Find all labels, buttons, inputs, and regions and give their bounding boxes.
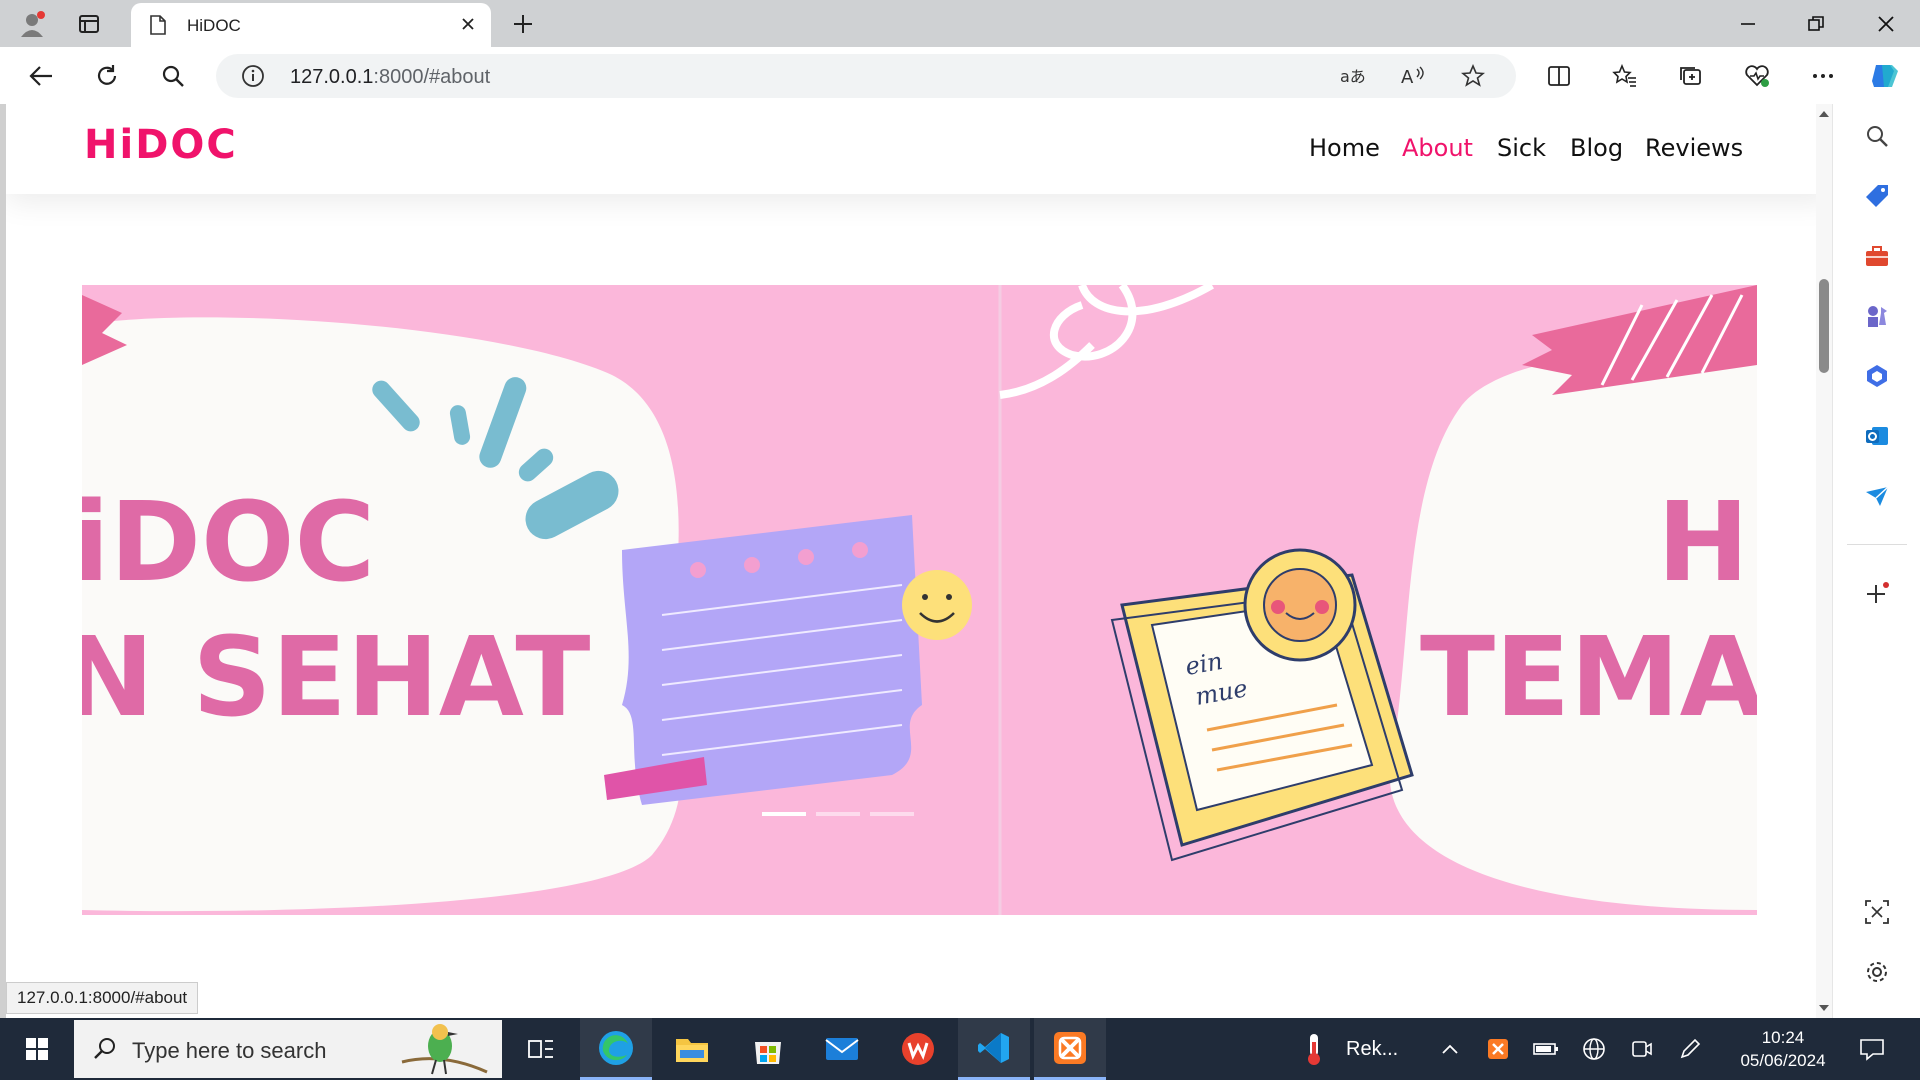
active-tab[interactable]: HiDOC [131, 3, 491, 47]
nav-about[interactable]: About [1402, 134, 1473, 162]
tab-title: HiDOC [187, 16, 241, 35]
site-header: HiDOC Home About Sick Blog Reviews [6, 104, 1832, 194]
nav-reviews[interactable]: Reviews [1645, 134, 1743, 162]
file-explorer-icon[interactable] [656, 1018, 728, 1080]
microsoft-365-icon[interactable] [1859, 358, 1895, 394]
add-sidebar-app-icon[interactable] [1859, 576, 1895, 612]
mail-icon[interactable] [806, 1018, 878, 1080]
taskbar-clock[interactable]: 10:24 05/06/2024 [1718, 1026, 1848, 1072]
hero-left-line-1: iDOC [82, 478, 375, 606]
edge-sidebar [1832, 104, 1920, 1018]
url-text: 127.0.0.1:8000/#about [290, 66, 490, 89]
thermometer-icon [1308, 1034, 1320, 1065]
new-tab-icon[interactable] [505, 6, 541, 42]
vscode-icon[interactable] [958, 1018, 1030, 1080]
favorite-star-icon[interactable] [1458, 61, 1488, 91]
browser-essentials-icon[interactable] [1738, 57, 1776, 95]
clock-time: 10:24 [1761, 1028, 1805, 1047]
minimize-icon[interactable] [1718, 0, 1778, 47]
hero-left-line-2: N SEHAT [82, 613, 590, 741]
tray-xampp-icon[interactable] [1478, 1018, 1518, 1080]
task-view-icon[interactable] [516, 1018, 566, 1080]
search-highlight-bird-icon [392, 1022, 492, 1080]
xampp-icon[interactable] [1034, 1018, 1106, 1080]
network-globe-icon[interactable] [1574, 1018, 1614, 1080]
screenshot-icon[interactable] [1859, 894, 1895, 930]
back-icon[interactable] [22, 57, 60, 95]
refresh-icon[interactable] [88, 57, 126, 95]
taskbar-search-box[interactable]: Type here to search [74, 1020, 502, 1078]
weather-label: Rek... [1346, 1037, 1399, 1060]
sidebar-settings-icon[interactable] [1859, 954, 1895, 990]
nav-sick[interactable]: Sick [1497, 134, 1546, 162]
hero-carousel[interactable]: iDOC N SEHAT H TEMA ein mue [82, 285, 1757, 915]
wps-office-icon[interactable] [882, 1018, 954, 1080]
scroll-thumb[interactable] [1819, 279, 1829, 373]
taskbar-edge-icon[interactable] [580, 1018, 652, 1080]
send-icon[interactable] [1859, 478, 1895, 514]
hero-right-line-2: TEMA [1420, 613, 1757, 741]
tab-strip: HiDOC [0, 0, 1920, 47]
taskbar-search-icon [92, 1036, 118, 1067]
hero-slides-graphic: iDOC N SEHAT H TEMA ein mue [82, 285, 1757, 915]
weather-widget[interactable]: Rek... [1300, 1018, 1420, 1080]
tab-actions-icon[interactable] [71, 6, 107, 42]
collections-icon[interactable] [1672, 57, 1710, 95]
battery-icon[interactable] [1526, 1018, 1566, 1080]
restore-icon[interactable] [1786, 0, 1846, 47]
page-icon [149, 15, 167, 40]
microsoft-store-icon[interactable] [732, 1018, 804, 1080]
svg-text:aあ: aあ [1340, 67, 1366, 86]
sidebar-search-icon[interactable] [1859, 118, 1895, 154]
read-aloud-icon[interactable]: A [1398, 61, 1428, 91]
shopping-tag-icon[interactable] [1859, 178, 1895, 214]
site-logo[interactable]: HiDOC [84, 122, 238, 168]
scroll-down-icon [1819, 1005, 1829, 1011]
pen-icon[interactable] [1670, 1018, 1710, 1080]
more-options-icon[interactable] [1804, 57, 1842, 95]
notifications-icon[interactable] [1852, 1018, 1892, 1080]
meet-now-icon[interactable] [1622, 1018, 1662, 1080]
close-tab-icon[interactable] [459, 15, 477, 38]
browser-toolbar: 127.0.0.1:8000/#about aあ A [0, 47, 1920, 104]
split-screen-icon[interactable] [1540, 57, 1578, 95]
svg-text:A: A [1401, 67, 1414, 87]
copilot-icon[interactable] [1866, 57, 1904, 95]
start-icon[interactable] [12, 1018, 62, 1080]
profile-icon[interactable] [14, 6, 50, 42]
hero-right-line-1: Hi [1657, 478, 1757, 606]
tray-chevron-icon[interactable] [1430, 1018, 1470, 1080]
link-status-bubble: 127.0.0.1:8000/#about [6, 982, 199, 1014]
nav-home[interactable]: Home [1309, 134, 1380, 162]
url-path: :8000/#about [373, 66, 491, 88]
windows-taskbar: Type here to search Rek... 10:24 05/06/2… [0, 1018, 1920, 1080]
games-icon[interactable] [1859, 298, 1895, 334]
taskbar-search-placeholder: Type here to search [132, 1038, 327, 1063]
clock-date: 05/06/2024 [1740, 1051, 1826, 1070]
translate-icon[interactable]: aあ [1338, 61, 1368, 91]
url-host: 127.0.0.1 [290, 66, 374, 88]
nav-blog[interactable]: Blog [1570, 134, 1623, 162]
address-bar[interactable]: 127.0.0.1:8000/#about aあ A [216, 54, 1516, 98]
scroll-up-icon [1819, 111, 1829, 117]
favorites-icon[interactable] [1606, 57, 1644, 95]
tools-briefcase-icon[interactable] [1859, 238, 1895, 274]
close-window-icon[interactable] [1856, 0, 1916, 47]
page-viewport: HiDOC Home About Sick Blog Reviews iDOC … [6, 104, 1832, 1018]
site-info-icon[interactable] [238, 61, 268, 91]
page-scrollbar[interactable] [1816, 104, 1832, 1018]
sidebar-divider [1847, 544, 1907, 545]
search-icon[interactable] [154, 57, 192, 95]
outlook-icon[interactable] [1859, 418, 1895, 454]
